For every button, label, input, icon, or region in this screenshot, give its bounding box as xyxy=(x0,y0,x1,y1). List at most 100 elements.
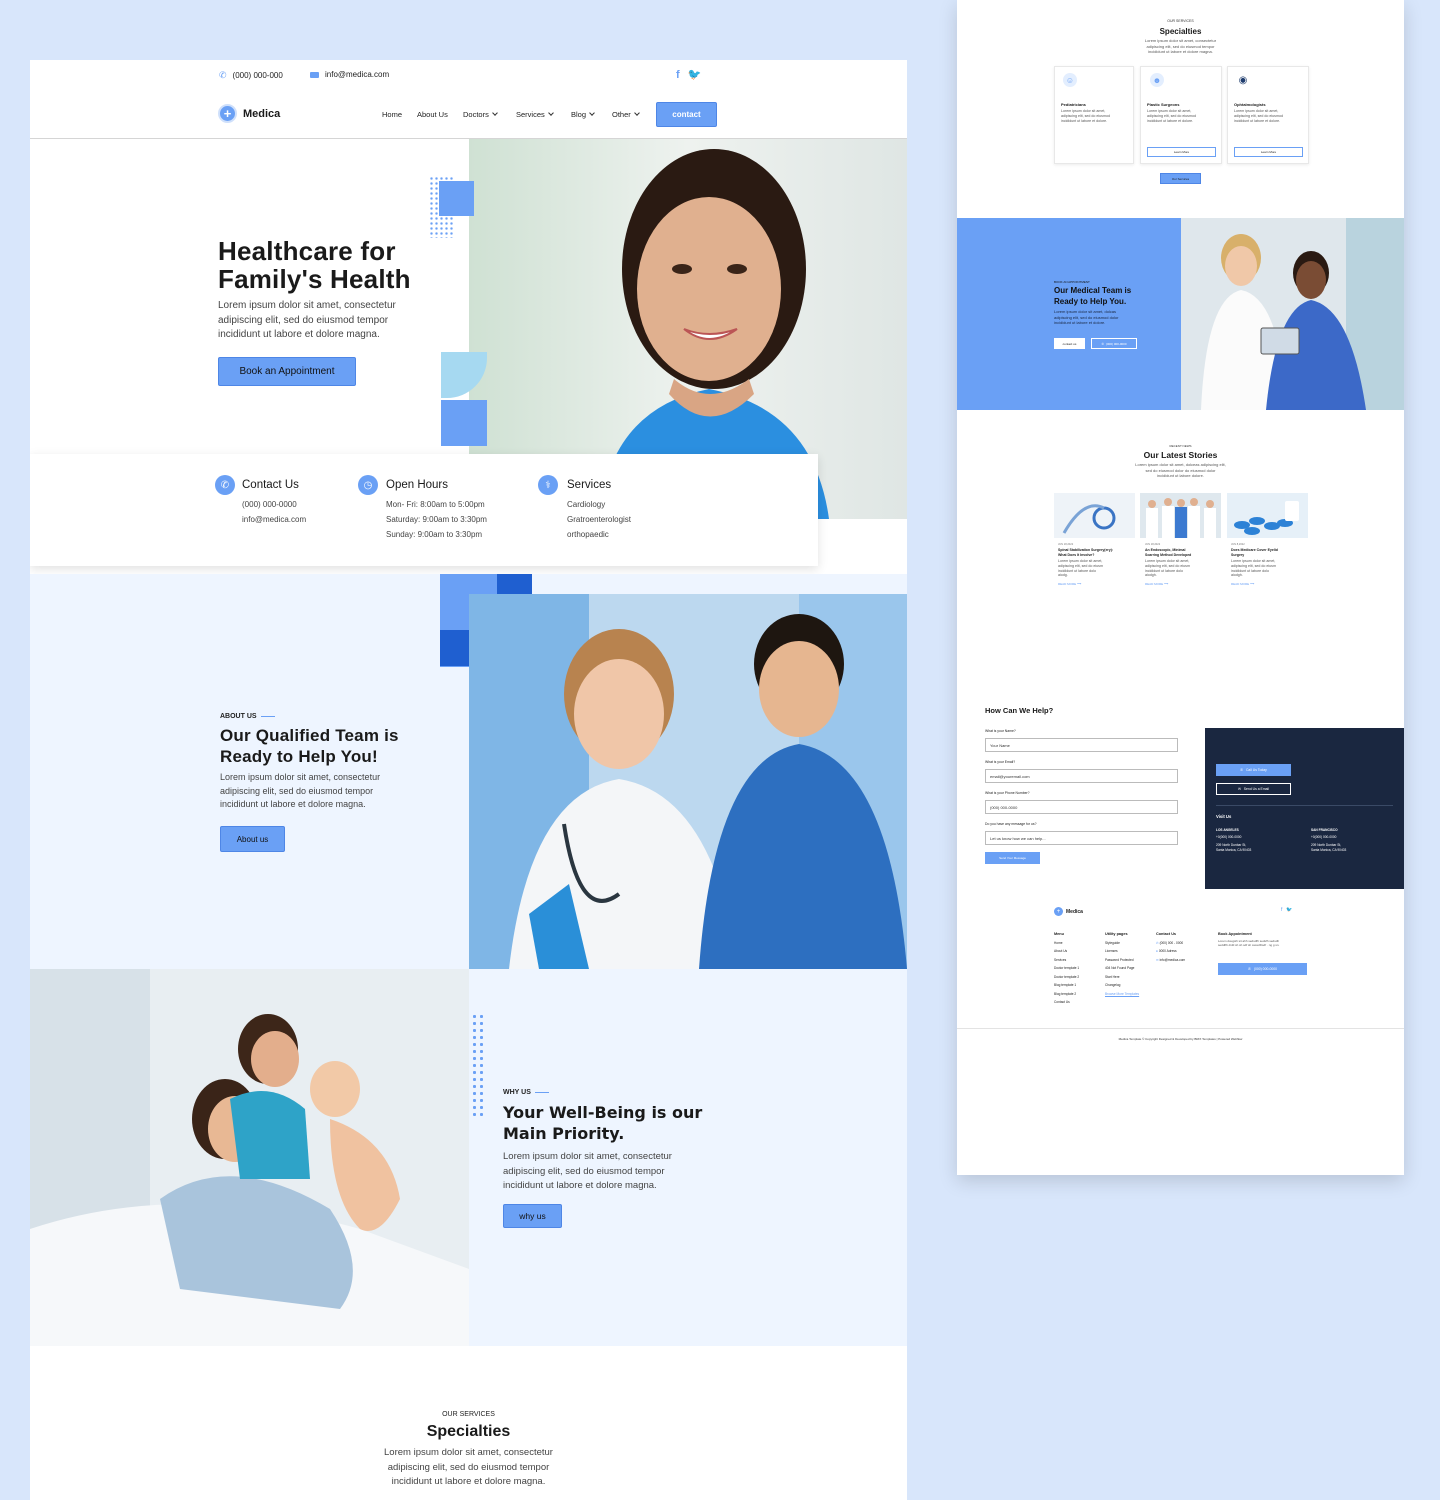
footer-link[interactable]: Blog template 1 xyxy=(1054,981,1079,990)
footer-link[interactable]: Services xyxy=(1054,956,1079,965)
footer-contact-item[interactable]: ✉ info@medica.com xyxy=(1156,956,1185,965)
office-phone[interactable]: +0(000) 000-0000 xyxy=(1216,835,1251,840)
news-title-line: What Does It Involve? xyxy=(1058,552,1095,557)
info-services-title: Services xyxy=(567,479,612,491)
office-city: LOS ANGELES xyxy=(1216,828,1239,832)
mini-appt-text: Lorem ipsum dolor sit amet, dolcas adipi… xyxy=(1054,309,1118,326)
footer-link[interactable]: Home xyxy=(1054,939,1079,948)
book-appointment-button[interactable]: Book an Appointment xyxy=(218,357,356,386)
news-title[interactable]: Does Medicare Cover Eyelid Surgery xyxy=(1231,548,1278,557)
specialty-card-text: Lorem ipsum dolor sit amet, adipiscing e… xyxy=(1061,109,1110,123)
mail-icon: ✉ xyxy=(1237,787,1241,791)
name-input[interactable]: Your Name xyxy=(985,738,1178,752)
nav-doctors[interactable]: Doctors xyxy=(463,110,498,119)
hero-title-line: Healthcare for xyxy=(218,236,396,266)
send-email-button[interactable]: ✉ Send Us a Email xyxy=(1216,783,1291,795)
facebook-icon[interactable]: f xyxy=(676,69,680,81)
learn-more-button[interactable]: Learn More xyxy=(1147,147,1216,157)
news-image-pills[interactable] xyxy=(1227,493,1308,538)
square-decoration xyxy=(497,574,532,594)
footer-contact-text: (000) 000 - 0000 xyxy=(1159,940,1184,945)
footer-link[interactable]: Doctor template 1 xyxy=(1054,964,1079,973)
info-line[interactable]: (000) 000-0000 xyxy=(242,497,306,512)
message-input[interactable]: Let us know how we can help... xyxy=(985,831,1178,845)
info-line: Cardiology xyxy=(567,500,606,509)
news-text-line: adipiscing elit, sed do eiusm xyxy=(1145,563,1190,568)
card-text-line: incididunt ut labore et dolore. xyxy=(1147,118,1194,123)
mini-text-line: Lorem ipsum dolor sit amet, dolcas xyxy=(1054,309,1117,314)
news-title[interactable]: Spinal Stabilization Surgery(ery): What D… xyxy=(1058,548,1113,557)
footer-col-title: Contact Us xyxy=(1156,932,1177,936)
phone-icon: ✆ xyxy=(219,70,227,80)
mini-appt-eyebrow: BOOK AN APPOINTMENT xyxy=(1054,280,1090,284)
read-more-link[interactable]: READ MORE ⟶ xyxy=(1145,582,1191,586)
news-text: Lorem ipsum dolor sit amet, adipiscing el… xyxy=(1145,559,1191,578)
hero-text-line: incididunt ut labore et dolore magna. xyxy=(218,329,380,340)
nav-other[interactable]: Other xyxy=(612,110,640,119)
about-text-line: adipiscing elit, sed do eiusmod tempor xyxy=(220,785,374,796)
twitter-icon[interactable]: 🐦 xyxy=(688,68,702,81)
mini-news-eyebrow: RECENT NEWS xyxy=(1169,444,1192,448)
news-image-stethoscope[interactable] xyxy=(1054,493,1135,538)
info-card: ✆ Contact Us (000) 000-0000 info@medica.… xyxy=(30,454,818,566)
footer-link[interactable]: Doctor template 2 xyxy=(1054,973,1079,982)
footer-link[interactable]: Start Here xyxy=(1105,973,1139,982)
facebook-icon[interactable]: f xyxy=(1281,907,1282,913)
our-services-button[interactable]: Our Services xyxy=(1160,173,1201,184)
info-line[interactable]: info@medica.com xyxy=(242,512,306,527)
contact-button[interactable]: contact xyxy=(656,102,717,127)
email-input[interactable]: email@youremail.com xyxy=(985,769,1178,783)
call-us-button[interactable]: ✆ Call Us Today xyxy=(1216,764,1291,776)
baby-icon: ☺ xyxy=(1063,73,1077,87)
footer-link[interactable]: 404 Not Found Page xyxy=(1105,964,1139,973)
topbar-phone[interactable]: ✆ (000) 000-000 xyxy=(219,70,283,81)
brand-logo[interactable]: + Medica xyxy=(218,104,280,123)
news-image-team[interactable] xyxy=(1140,493,1221,538)
office-phone[interactable]: +0(000) 000-0000 xyxy=(1311,835,1346,840)
twitter-icon[interactable]: 🐦 xyxy=(1286,907,1292,913)
form-label: What is your Email? xyxy=(985,760,1016,764)
nav-home[interactable]: Home xyxy=(382,110,402,119)
send-email-label: Send Us a Email xyxy=(1243,787,1270,791)
footer-link[interactable]: Licenses xyxy=(1105,947,1139,956)
news-title-line: Does Medicare Cover Eyelid xyxy=(1231,548,1278,552)
send-message-button[interactable]: Send Your Message xyxy=(985,852,1040,864)
specialty-card-text: Lorem ipsum dolor sit amet, adipiscing e… xyxy=(1234,109,1283,123)
about-us-button[interactable]: About us xyxy=(220,826,285,852)
footer-brand[interactable]: + Medica xyxy=(1054,907,1083,916)
learn-more-button[interactable]: Learn More xyxy=(1234,147,1303,157)
chevron-down-icon xyxy=(547,110,554,116)
footer-phone-button[interactable]: ✆ (000) 000-0000 xyxy=(1218,963,1307,975)
why-us-button[interactable]: why us xyxy=(503,1204,562,1228)
read-more-link[interactable]: READ MORE ⟶ xyxy=(1058,582,1113,586)
nav-blog[interactable]: Blog xyxy=(571,110,595,119)
specialty-card[interactable]: ☺ Pediatricians Lorem ipsum dolor sit am… xyxy=(1054,66,1134,164)
nav-services[interactable]: Services xyxy=(516,110,554,119)
hero-text-line: Lorem ipsum dolor sit amet, consectetur xyxy=(218,300,396,311)
specialty-card[interactable]: ◉ Ophtalmologists Lorem ipsum dolor sit … xyxy=(1227,66,1309,164)
footer-contact-item[interactable]: ✆ (000) 000 - 0000 xyxy=(1156,939,1185,948)
footer-link[interactable]: Contact Us xyxy=(1054,998,1079,1007)
specialty-card[interactable]: ☻ Plastic Surgeons Lorem ipsum dolor sit… xyxy=(1140,66,1222,164)
news-title[interactable]: An Endoscopic, Minimal Scarring Method De… xyxy=(1145,548,1191,557)
mini-spec-text: Lorem ipsum dolor sit amet, consectetur … xyxy=(957,38,1404,55)
why-eyebrow-text: WHY US xyxy=(503,1089,531,1096)
mini-phone-label: (000) 000-0000 xyxy=(1106,341,1127,346)
hero-text-line: adipiscing elit, sed do eiusmod tempor xyxy=(218,314,389,326)
footer-link[interactable]: Styleguide xyxy=(1105,939,1139,948)
footer-link[interactable]: Changelog xyxy=(1105,981,1139,990)
news-item: JUN 8,2022 Does Medicare Cover Eyelid Sur… xyxy=(1231,543,1278,586)
mini-contact-button[interactable]: contact us xyxy=(1054,338,1085,349)
footer-link[interactable]: Password Protected xyxy=(1105,956,1139,965)
footer-link[interactable]: Browse More Templates xyxy=(1105,990,1139,999)
footer-link[interactable]: Blog template 2 xyxy=(1054,990,1079,999)
phone-input[interactable]: (000) 000-0000 xyxy=(985,800,1178,814)
footer-link[interactable]: About Us xyxy=(1054,947,1079,956)
clock-icon: ◷ xyxy=(358,475,378,495)
nav-about[interactable]: About Us xyxy=(417,110,448,119)
hero-title-line: Family's Health xyxy=(218,264,411,294)
mini-phone-button[interactable]: ✆ (000) 000-0000 xyxy=(1091,338,1137,349)
topbar-email[interactable]: info@medica.com xyxy=(310,70,389,79)
form-label: What is your Name? xyxy=(985,729,1016,733)
read-more-link[interactable]: READ MORE ⟶ xyxy=(1231,582,1278,586)
